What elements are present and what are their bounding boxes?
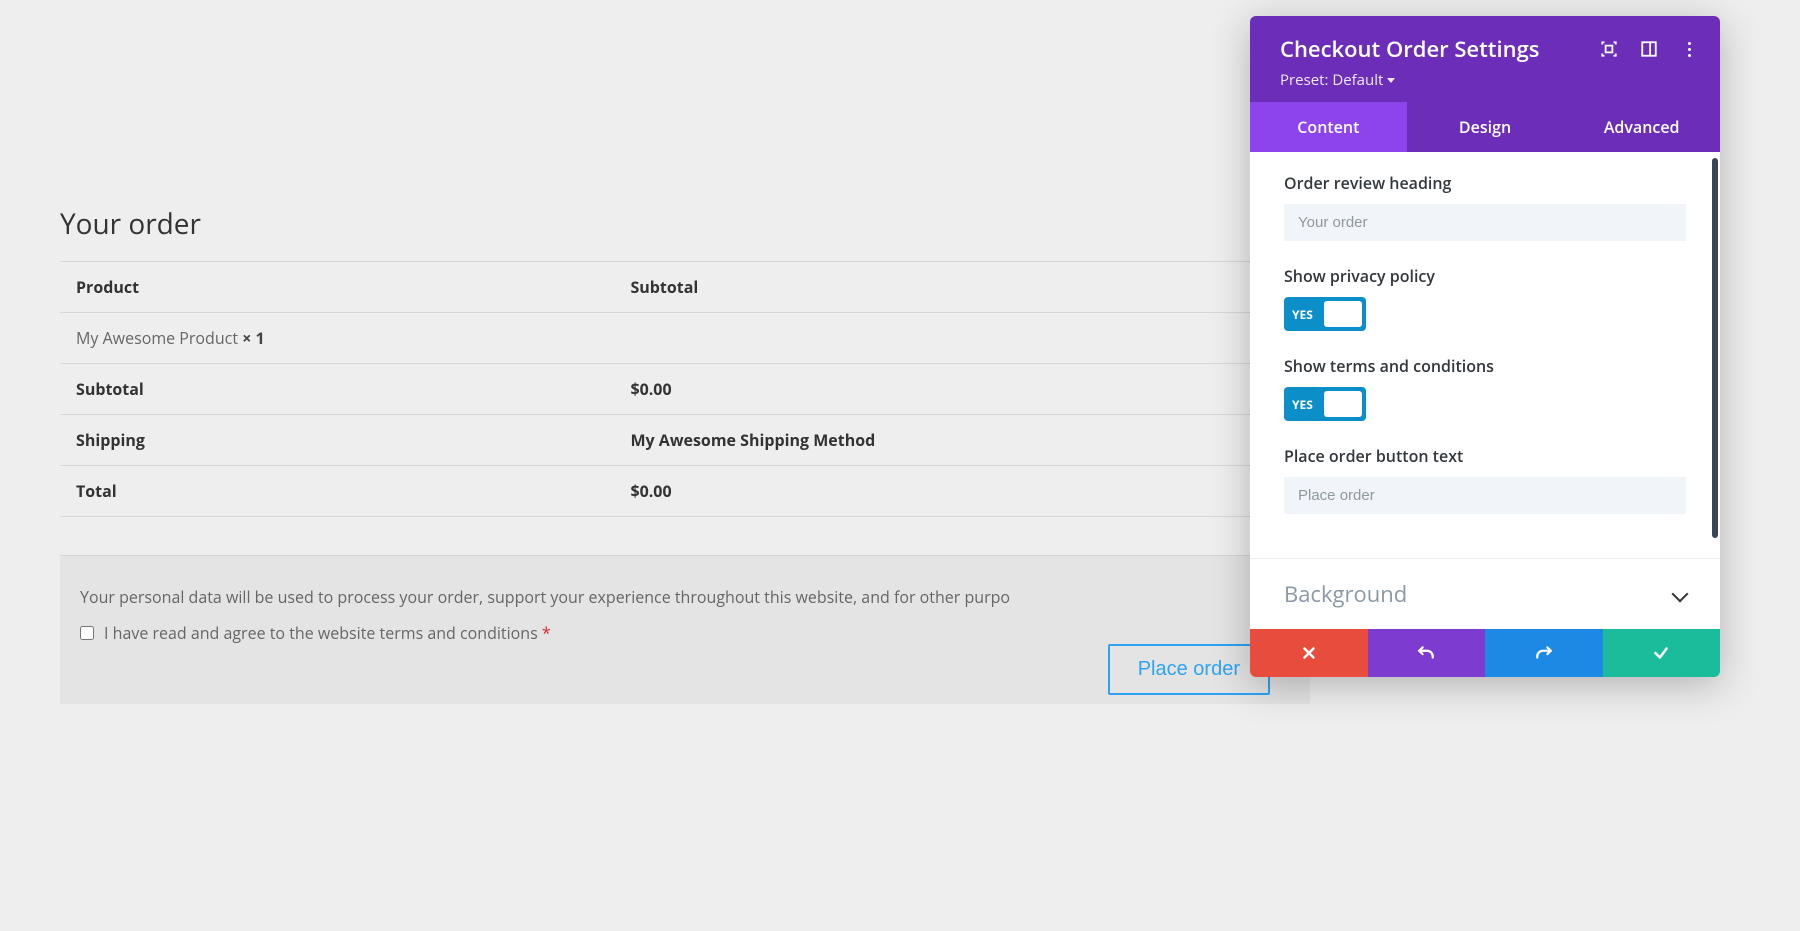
checkout-main: Your order Product Subtotal My Awesome P… — [0, 0, 1370, 735]
settings-panel: Checkout Order Settings — [1250, 16, 1720, 677]
cancel-button[interactable] — [1250, 629, 1368, 677]
caret-down-icon — [1387, 78, 1395, 83]
toggle-knob — [1324, 391, 1362, 417]
panel-footer — [1250, 629, 1720, 677]
redo-button[interactable] — [1485, 629, 1603, 677]
terms-toggle-text: YES — [1292, 387, 1313, 421]
save-button[interactable] — [1603, 629, 1721, 677]
shipping-row: Shipping My Awesome Shipping Method — [60, 415, 1310, 466]
tab-advanced[interactable]: Advanced — [1563, 102, 1720, 152]
col-subtotal: Subtotal — [614, 262, 1310, 313]
panel-body: Order review heading Show privacy policy… — [1250, 152, 1720, 558]
accordion-background[interactable]: Background — [1250, 558, 1720, 629]
button-text-input[interactable] — [1284, 477, 1686, 514]
privacy-label: Show privacy policy — [1284, 265, 1686, 287]
place-order-wrap: Place order — [60, 644, 1310, 695]
terms-row[interactable]: I have read and agree to the website ter… — [80, 622, 1290, 644]
col-product: Product — [60, 262, 614, 313]
shipping-value: My Awesome Shipping Method — [614, 415, 1310, 466]
tab-content[interactable]: Content — [1250, 102, 1407, 152]
order-heading: Your order — [60, 205, 1310, 243]
privacy-toggle[interactable]: YES — [1284, 297, 1366, 331]
terms-text: I have read and agree to the website ter… — [104, 622, 542, 644]
subtotal-value: $0.00 — [614, 364, 1310, 415]
terms-label: I have read and agree to the website ter… — [104, 622, 551, 644]
subtotal-row: Subtotal $0.00 — [60, 364, 1310, 415]
tab-design[interactable]: Design — [1407, 102, 1564, 152]
toggle-knob — [1324, 301, 1362, 327]
panel-preset[interactable]: Preset: Default — [1280, 70, 1698, 90]
button-text-label: Place order button text — [1284, 445, 1686, 467]
product-qty: × 1 — [242, 327, 264, 349]
panel-title: Checkout Order Settings — [1280, 34, 1540, 64]
place-order-button[interactable]: Place order — [1108, 644, 1270, 695]
terms-checkbox[interactable] — [80, 626, 94, 640]
total-label: Total — [60, 466, 614, 517]
terms-toggle[interactable]: YES — [1284, 387, 1366, 421]
total-value: $0.00 — [614, 466, 1310, 517]
chevron-down-icon — [1672, 586, 1689, 603]
field-terms: Show terms and conditions YES — [1284, 355, 1686, 421]
total-row: Total $0.00 — [60, 466, 1310, 517]
terms-field-label: Show terms and conditions — [1284, 355, 1686, 377]
shipping-label: Shipping — [60, 415, 614, 466]
privacy-text: Your personal data will be used to proce… — [80, 586, 1290, 608]
subtotal-label: Subtotal — [60, 364, 614, 415]
table-header-row: Product Subtotal — [60, 262, 1310, 313]
product-name: My Awesome Product — [76, 327, 242, 349]
privacy-toggle-text: YES — [1292, 297, 1313, 331]
field-order-heading: Order review heading — [1284, 172, 1686, 241]
preset-label: Preset: Default — [1280, 70, 1383, 90]
redo-icon — [1535, 644, 1553, 662]
kebab-menu-icon[interactable] — [1680, 40, 1698, 58]
order-table: Product Subtotal My Awesome Product × 1 … — [60, 261, 1310, 517]
panel-header: Checkout Order Settings — [1250, 16, 1720, 102]
product-subtotal-cell — [614, 313, 1310, 364]
field-privacy: Show privacy policy YES — [1284, 265, 1686, 331]
close-icon — [1300, 644, 1318, 662]
layout-icon[interactable] — [1640, 40, 1658, 58]
panel-tabs: Content Design Advanced — [1250, 102, 1720, 152]
undo-button[interactable] — [1368, 629, 1486, 677]
check-icon — [1652, 644, 1670, 662]
undo-icon — [1417, 644, 1435, 662]
scrollbar[interactable] — [1712, 158, 1718, 538]
table-row: My Awesome Product × 1 — [60, 313, 1310, 364]
accordion-label: Background — [1284, 579, 1407, 609]
field-button-text: Place order button text — [1284, 445, 1686, 514]
order-heading-label: Order review heading — [1284, 172, 1686, 194]
required-asterisk: * — [542, 622, 551, 644]
expand-icon[interactable] — [1600, 40, 1618, 58]
order-heading-input[interactable] — [1284, 204, 1686, 241]
product-cell: My Awesome Product × 1 — [60, 313, 614, 364]
